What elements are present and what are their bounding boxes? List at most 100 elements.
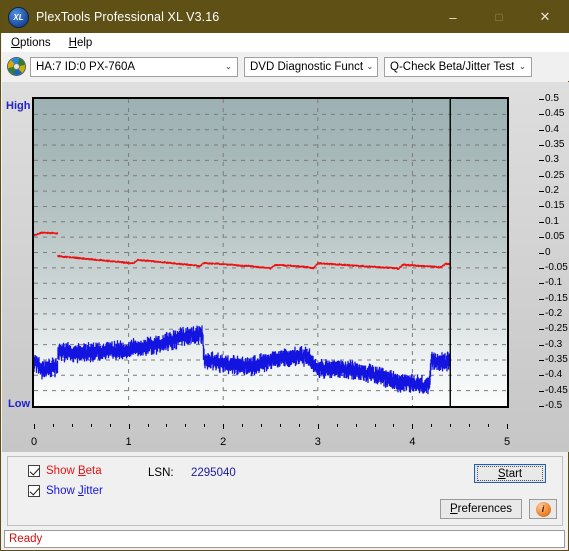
y-tick-label: -0.45 — [545, 384, 568, 396]
y-tick-mark — [539, 298, 544, 300]
y-tick-mark — [539, 221, 544, 223]
x-tick-mark — [336, 424, 338, 427]
show-jitter-checkbox[interactable] — [28, 485, 40, 497]
x-tick-mark — [431, 424, 433, 427]
y-tick-mark — [539, 283, 544, 285]
function-select-value: DVD Diagnostic Functions — [250, 60, 363, 73]
y-tick-label: 0.1 — [545, 215, 559, 227]
y-tick-mark — [539, 267, 544, 269]
x-tick-label: 1 — [125, 436, 132, 448]
y-tick-label: 0.05 — [545, 231, 565, 243]
x-tick-mark — [128, 424, 130, 429]
y-tick-label: 0.5 — [545, 93, 559, 104]
x-tick-label: 4 — [409, 436, 416, 448]
menu-item-options-accel: O — [11, 36, 20, 49]
menu-bar: Options Help — [2, 33, 569, 52]
drive-select[interactable]: HA:7 ID:0 PX-760A ⌄ — [30, 56, 238, 77]
x-tick-mark — [374, 424, 376, 427]
x-tick-mark — [242, 424, 244, 427]
y-tick-mark — [539, 175, 544, 177]
beta-jitter-plot[interactable] — [32, 97, 509, 408]
x-tick-mark — [109, 424, 111, 427]
y-tick-mark — [539, 252, 544, 254]
x-tick-mark — [412, 424, 414, 429]
window-buttons: – □ ✕ — [430, 1, 568, 33]
window-title: PlexTools Professional XL V3.16 — [36, 10, 220, 24]
y-tick-mark — [539, 313, 544, 315]
start-button-inner: Start — [477, 466, 543, 481]
lsn-value: 2295040 — [191, 467, 236, 479]
x-tick-mark — [52, 424, 54, 427]
y-tick-mark — [539, 237, 544, 239]
y-tick-label: -0.4 — [545, 369, 563, 381]
info-button[interactable]: i — [529, 499, 557, 519]
test-select-value: Q-Check Beta/Jitter Test — [390, 60, 515, 73]
y-tick-label: 0 — [545, 246, 551, 258]
x-tick-mark — [450, 424, 452, 427]
menu-item-help-accel: H — [68, 36, 77, 49]
maximize-icon[interactable]: □ — [476, 1, 522, 33]
test-select[interactable]: Q-Check Beta/Jitter Test ⌄ — [384, 56, 532, 77]
status-bar: Ready — [4, 530, 565, 548]
y-tick-label: 0.25 — [545, 169, 565, 181]
x-tick-label: 0 — [30, 436, 38, 448]
start-button[interactable]: Start — [474, 464, 546, 483]
plot-canvas — [34, 99, 507, 406]
function-select[interactable]: DVD Diagnostic Functions ⌄ — [244, 56, 378, 77]
chevron-down-icon[interactable]: ⌄ — [363, 58, 377, 76]
disc-icon — [8, 58, 25, 75]
y-tick-label: -0.5 — [545, 400, 563, 411]
show-beta-checkbox-row[interactable]: Show Beta — [28, 465, 102, 477]
drive-select-value: HA:7 ID:0 PX-760A — [36, 60, 136, 73]
y-tick-label: -0.1 — [545, 277, 563, 289]
preferences-button-label: Preferences — [449, 503, 512, 515]
x-tick-mark — [279, 424, 281, 427]
y-tick-label: -0.05 — [545, 261, 568, 273]
x-tick-mark — [204, 424, 206, 427]
x-tick-mark — [298, 424, 300, 427]
x-tick-mark — [507, 424, 508, 429]
y-tick-label: -0.2 — [545, 307, 563, 319]
y-tick-mark — [539, 114, 544, 116]
plot-wrapper: 0.5 0.45 0.4 0.35 0.3 0.25 0.2 0.15 0.1 0.05 0 -0.0… — [31, 93, 568, 448]
x-tick-mark — [147, 424, 149, 427]
chevron-down-icon[interactable]: ⌄ — [220, 58, 237, 76]
y-tick-label: 0.2 — [545, 185, 559, 197]
x-tick-mark — [185, 424, 187, 427]
y-tick-label: -0.15 — [545, 292, 568, 304]
show-beta-checkbox[interactable] — [28, 465, 40, 477]
menu-item-help[interactable]: Help — [60, 37, 102, 49]
y-tick-label: 0.45 — [545, 108, 565, 120]
y-tick-mark — [539, 390, 544, 392]
menu-item-options[interactable]: Options — [2, 37, 60, 49]
y-tick-mark — [539, 406, 544, 407]
y-tick-label: -0.3 — [545, 338, 563, 350]
show-jitter-checkbox-row[interactable]: Show Jitter — [28, 485, 103, 497]
menu-item-options-label: ptions — [19, 36, 51, 49]
toolbar: HA:7 ID:0 PX-760A ⌄ DVD Diagnostic Funct… — [2, 52, 569, 81]
controls-panel: Show Beta Show Jitter LSN: 2295040 Start… — [7, 456, 563, 526]
chart-panel: High Low 0.5 0.45 0.4 0.35 0.3 0.25 0.2 0.15 0.1… — [2, 82, 569, 452]
y-tick-mark — [539, 145, 544, 147]
application-window: XL PlexTools Professional XL V3.16 – □ ✕… — [0, 0, 569, 551]
y-tick-mark — [539, 129, 544, 131]
show-beta-label: Show Beta — [46, 465, 102, 477]
axis-label-low: Low — [8, 398, 30, 410]
close-icon[interactable]: ✕ — [522, 1, 568, 33]
axis-label-high: High — [6, 100, 31, 112]
chevron-down-icon[interactable]: ⌄ — [514, 58, 531, 76]
x-tick-label: 2 — [220, 436, 227, 448]
x-tick-label: 5 — [503, 436, 511, 448]
y-tick-label: 0.4 — [545, 123, 559, 135]
x-tick-mark — [317, 424, 319, 429]
minimize-icon[interactable]: – — [430, 1, 476, 33]
x-tick-label: 3 — [314, 436, 321, 448]
info-icon: i — [535, 501, 551, 517]
preferences-button[interactable]: Preferences — [440, 499, 522, 519]
y-tick-mark — [539, 329, 544, 331]
lsn-label: LSN: — [148, 467, 174, 479]
x-tick-mark — [393, 424, 395, 427]
y-tick-mark — [539, 191, 544, 193]
y-tick-label: 0.15 — [545, 200, 565, 212]
x-tick-mark — [34, 424, 35, 429]
